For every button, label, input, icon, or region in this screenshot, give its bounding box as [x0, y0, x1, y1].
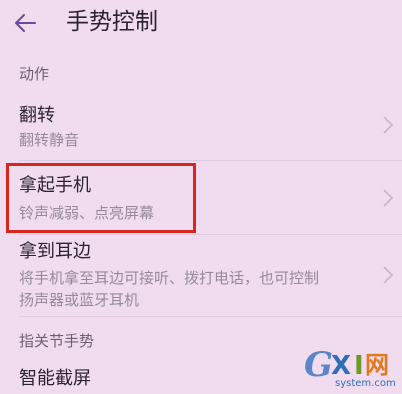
setting-item-bring-to-ear[interactable]: 拿到耳边 将手机拿至耳边可接听、拨打电话，也可控制 扬声器或蓝牙耳机 — [0, 240, 402, 310]
setting-item-flip[interactable]: 翻转 翻转静音 — [0, 100, 402, 156]
back-arrow-icon[interactable] — [14, 12, 36, 34]
page-title: 手势控制 — [66, 9, 158, 35]
item-subtitle-line1: 将手机拿至耳边可接听、拨打电话，也可控制 — [19, 269, 320, 287]
svg-text:G: G — [304, 346, 333, 380]
chevron-right-icon — [383, 266, 394, 284]
item-title: 拿到耳边 — [19, 241, 91, 262]
section-header-actions: 动作 — [19, 65, 50, 83]
app-header: 手势控制 — [0, 0, 402, 50]
item-subtitle: 翻转静音 — [19, 131, 80, 149]
highlight-box — [6, 163, 196, 233]
watermark-logo: G X I 网 — [304, 346, 389, 380]
watermark: G X I 网 system.com — [303, 346, 402, 394]
item-title: 翻转 — [19, 105, 55, 126]
watermark-domain: system.com — [335, 378, 396, 389]
svg-text:I: I — [354, 351, 364, 380]
svg-text:X: X — [331, 351, 351, 380]
section-header-knuckle-gestures: 指关节手势 — [19, 332, 95, 350]
gesture-control-screen: 手势控制 动作 翻转 翻转静音 拿起手机 铃声减弱、点亮屏幕 拿到耳边 将手机拿… — [0, 0, 402, 394]
item-subtitle-line2: 扬声器或蓝牙耳机 — [19, 291, 140, 309]
svg-text:网: 网 — [365, 351, 389, 379]
chevron-right-icon — [383, 116, 394, 134]
divider — [19, 160, 402, 161]
chevron-right-icon — [383, 189, 394, 207]
item-title: 智能截屏 — [19, 368, 91, 389]
divider — [19, 316, 402, 317]
divider — [19, 234, 402, 235]
